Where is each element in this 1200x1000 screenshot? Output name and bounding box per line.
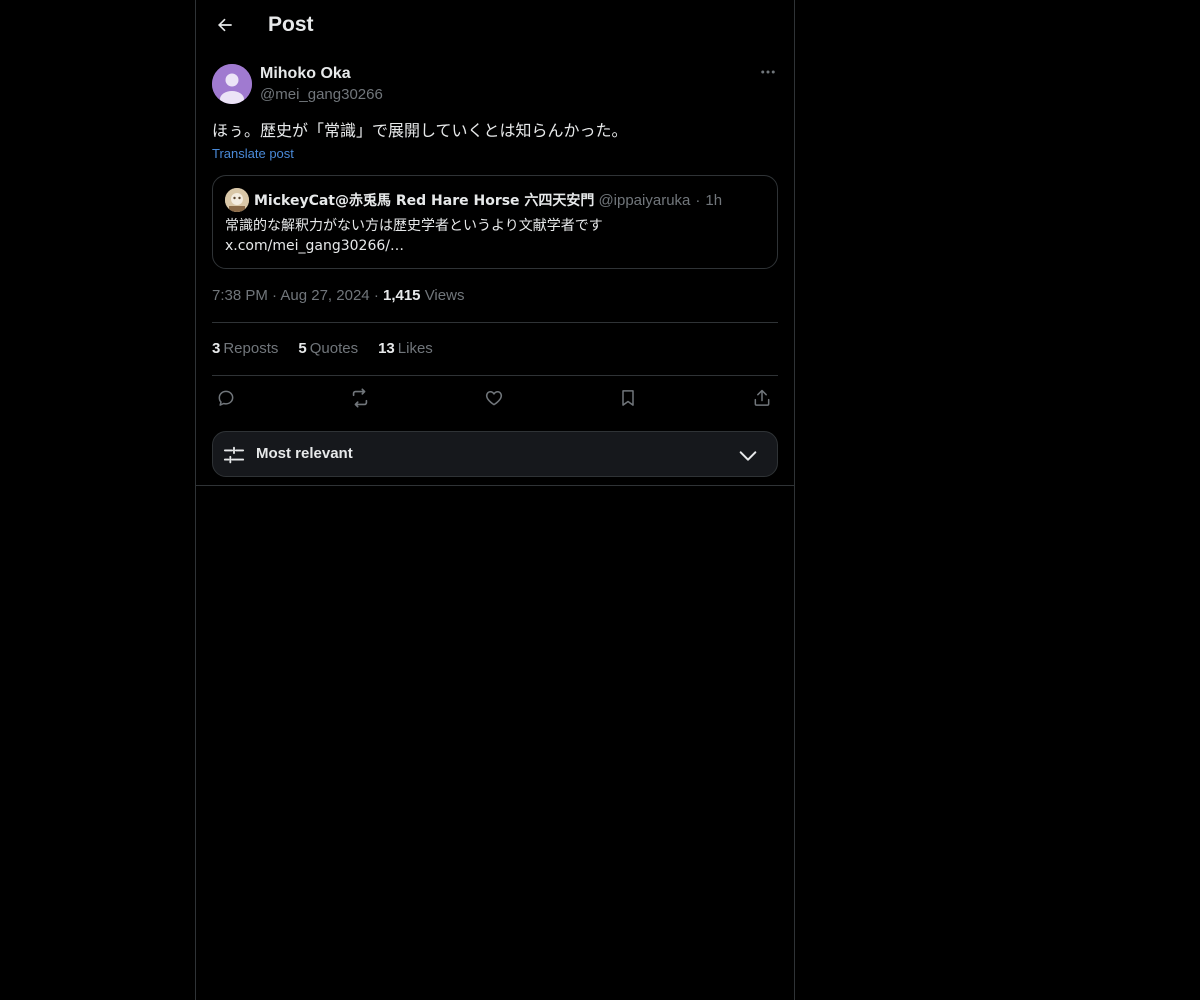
- bookmark-icon: [618, 388, 638, 413]
- back-button[interactable]: [208, 10, 242, 44]
- reply-sort-dropdown[interactable]: Most relevant: [212, 431, 778, 477]
- page-title: Post: [268, 13, 314, 36]
- sliders-icon: [223, 444, 245, 466]
- translate-post-link[interactable]: Translate post: [212, 146, 294, 161]
- action-bar: [212, 386, 778, 414]
- chevron-down-icon: [737, 445, 759, 467]
- divider: [212, 375, 778, 376]
- quote-avatar: [225, 188, 249, 212]
- likes-label: Likes: [397, 340, 433, 357]
- quotes-stat[interactable]: 5 Quotes: [298, 340, 358, 360]
- reposts-count: 3: [212, 340, 221, 357]
- post-time[interactable]: 7:38 PM: [212, 287, 268, 304]
- quoted-post[interactable]: MickeyCat@赤兎馬 Red Hare Horse 六四天安門 @ippai…: [212, 175, 778, 269]
- author-handle[interactable]: @mei_gang30266: [260, 86, 383, 103]
- separator-dot: ·: [373, 287, 383, 304]
- quote-text: 常識的な解釈力がない方は歴史学者というより文献学者です x.com/mei_ga…: [225, 216, 765, 256]
- arrow-left-icon: [215, 15, 235, 40]
- quote-author-handle: @ippaiyaruka: [598, 192, 691, 209]
- quotes-label: Quotes: [309, 340, 359, 357]
- views-count: 1,415: [382, 287, 421, 304]
- quote-author-name: MickeyCat@赤兎馬 Red Hare Horse 六四天安門: [254, 193, 595, 209]
- separator-dot: ·: [695, 192, 701, 209]
- reply-icon: [216, 388, 236, 413]
- repost-button[interactable]: [346, 386, 374, 414]
- quote-link-text: x.com/mei_gang30266/…: [225, 238, 404, 254]
- heart-icon: [484, 388, 504, 413]
- likes-count: 13: [378, 340, 395, 357]
- like-button[interactable]: [480, 386, 508, 414]
- repost-icon: [349, 387, 371, 414]
- quotes-count: 5: [298, 340, 307, 357]
- section-divider: [196, 485, 794, 486]
- author-name[interactable]: Mihoko Oka: [260, 65, 351, 83]
- quote-header: MickeyCat@赤兎馬 Red Hare Horse 六四天安門 @ippai…: [254, 191, 722, 211]
- views-label: Views: [424, 287, 465, 304]
- reposts-stat[interactable]: 3 Reposts: [212, 340, 278, 360]
- sort-label: Most relevant: [256, 445, 353, 462]
- post-date[interactable]: Aug 27, 2024: [280, 287, 369, 304]
- engagement-stats: 3 Reposts 5 Quotes 13 Likes: [212, 340, 433, 360]
- more-options-button[interactable]: [756, 62, 780, 86]
- avatar[interactable]: [212, 64, 252, 104]
- post-header: Post: [196, 0, 794, 53]
- bookmark-button[interactable]: [614, 386, 642, 414]
- post-meta: 7:38 PM · Aug 27, 2024 · 1,415 Views: [212, 287, 464, 304]
- share-button[interactable]: [748, 386, 776, 414]
- primary-column: Post Mihoko Oka @mei_gang30266 ほぅ。歴史が「常識…: [195, 0, 795, 1000]
- divider: [212, 322, 778, 323]
- quote-timestamp: 1h: [705, 192, 723, 209]
- reposts-label: Reposts: [223, 340, 279, 357]
- share-icon: [752, 388, 772, 413]
- post-text: ほぅ。歴史が「常識」で展開していくとは知らんかった。: [212, 121, 628, 140]
- more-horizontal-icon: [759, 63, 777, 86]
- reply-button[interactable]: [212, 386, 240, 414]
- quote-text-line: 常識的な解釈力がない方は歴史学者というより文献学者です: [225, 218, 603, 234]
- likes-stat[interactable]: 13 Likes: [378, 340, 433, 360]
